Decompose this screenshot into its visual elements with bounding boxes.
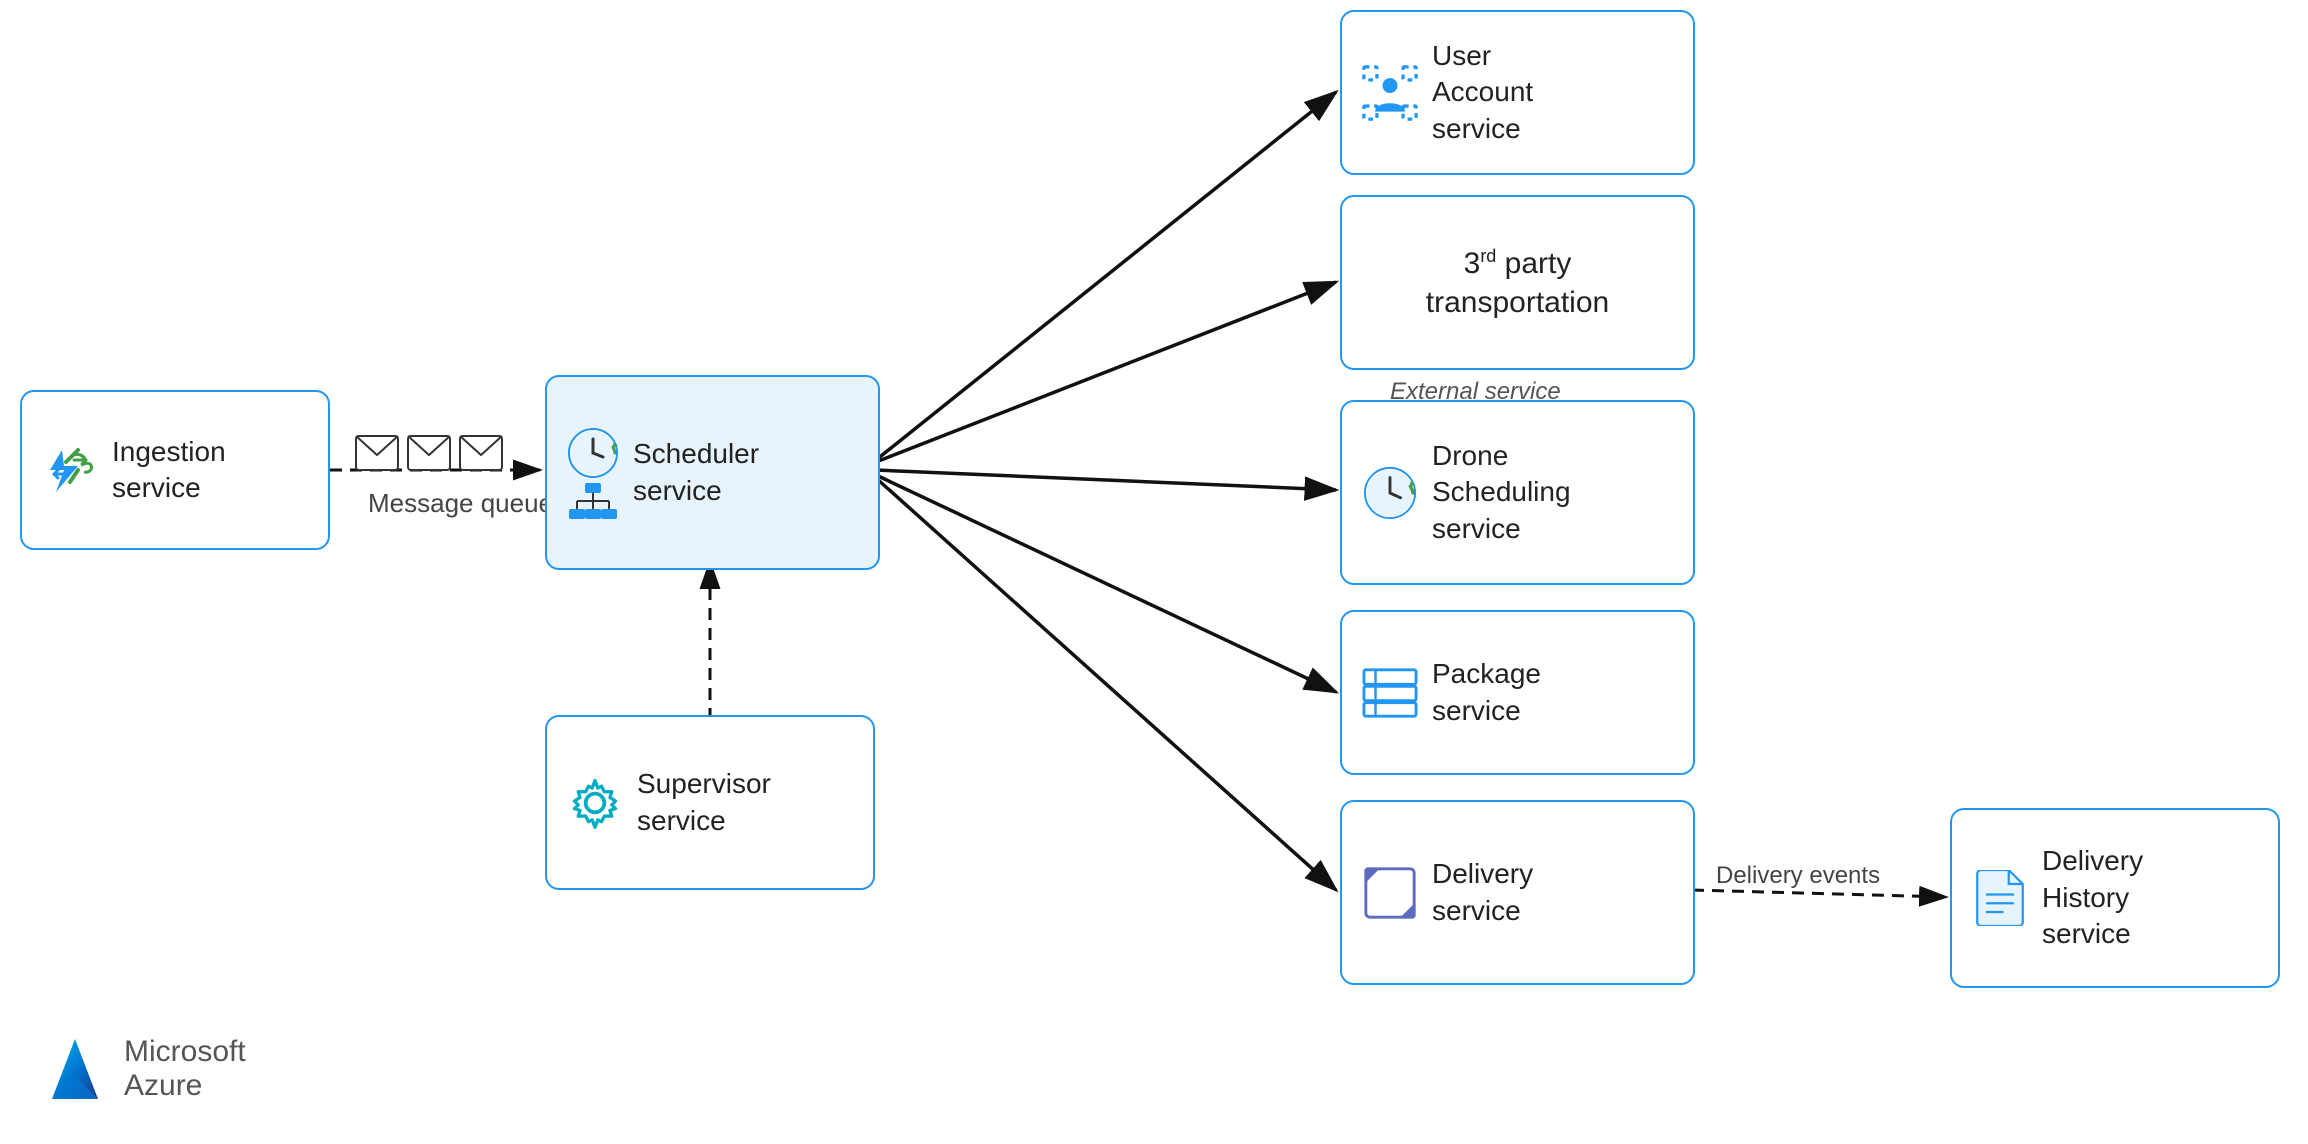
delivery-events-label: Delivery events [1716, 862, 1880, 890]
delivery-history-icon [1972, 870, 2028, 926]
scheduler-org-icon [569, 483, 617, 519]
scheduler-clock-icon [567, 427, 619, 479]
delivery-service-label: Deliveryservice [1432, 856, 1533, 929]
azure-logo-text: Microsoft Azure [124, 1035, 246, 1103]
delivery-icon [1362, 865, 1418, 921]
delivery-service-box: Deliveryservice [1340, 800, 1695, 985]
package-icon [1362, 665, 1418, 721]
message-queue-label: Message queue [368, 488, 553, 519]
delivery-history-service-box: DeliveryHistoryservice [1950, 808, 2280, 988]
ingestion-icon [42, 442, 98, 498]
drone-scheduling-service-box: DroneSchedulingservice [1340, 400, 1695, 585]
ingestion-service-box: Ingestionservice [20, 390, 330, 550]
third-party-label: 3rd partytransportation [1362, 244, 1673, 322]
azure-logo: Microsoft Azure [40, 1034, 246, 1104]
scheduler-service-box: Schedulerservice [545, 375, 880, 570]
ingestion-service-label: Ingestionservice [112, 434, 226, 507]
azure-logo-icon [40, 1034, 110, 1104]
drone-scheduling-icon [1362, 465, 1418, 521]
package-service-label: Packageservice [1432, 656, 1541, 729]
third-party-box: 3rd partytransportation [1340, 195, 1695, 370]
delivery-history-service-label: DeliveryHistoryservice [2042, 843, 2143, 952]
package-service-box: Packageservice [1340, 610, 1695, 775]
drone-scheduling-service-label: DroneSchedulingservice [1432, 438, 1571, 547]
supervisor-service-box: Supervisorservice [545, 715, 875, 890]
user-account-service-box: UserAccountservice [1340, 10, 1695, 175]
supervisor-gear-icon [567, 775, 623, 831]
supervisor-service-label: Supervisorservice [637, 766, 771, 839]
user-account-icon [1362, 65, 1418, 121]
scheduler-service-label: Schedulerservice [633, 436, 759, 509]
message-queue-icons [355, 435, 503, 471]
user-account-service-label: UserAccountservice [1432, 38, 1533, 147]
